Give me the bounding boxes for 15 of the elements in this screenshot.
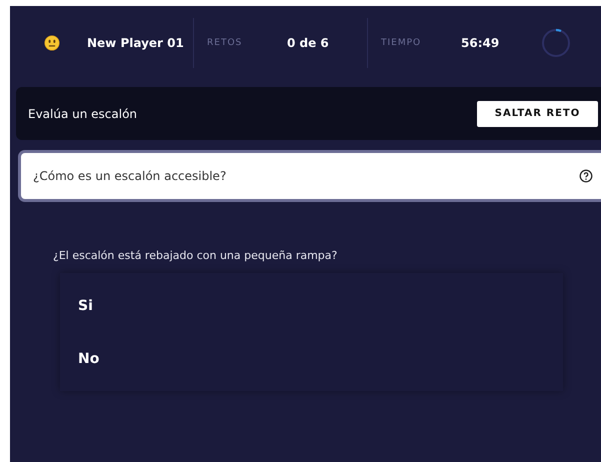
stat-value: 0 de 6: [287, 36, 330, 50]
hint-text: ¿Cómo es un escalón accesible?: [33, 169, 226, 183]
stat-label: TIEMPO: [381, 38, 422, 48]
help-icon[interactable]: [579, 169, 593, 183]
skip-button[interactable]: SALTAR RETO: [477, 100, 598, 126]
answer-option[interactable]: Si: [60, 279, 563, 332]
timer-ring-icon: [541, 28, 571, 58]
smiley-icon: [44, 35, 60, 51]
stat-label: RETOS: [207, 38, 244, 48]
player-name: New Player 01: [87, 36, 185, 50]
stat-value: 56:49: [461, 36, 500, 50]
hint-box[interactable]: ¿Cómo es un escalón accesible?: [18, 150, 601, 202]
task-title: Evalúa un escalón: [28, 106, 138, 120]
answer-option[interactable]: No: [60, 332, 563, 385]
question-text: ¿El escalón está rebajado con una pequeña rampa?: [53, 249, 338, 262]
